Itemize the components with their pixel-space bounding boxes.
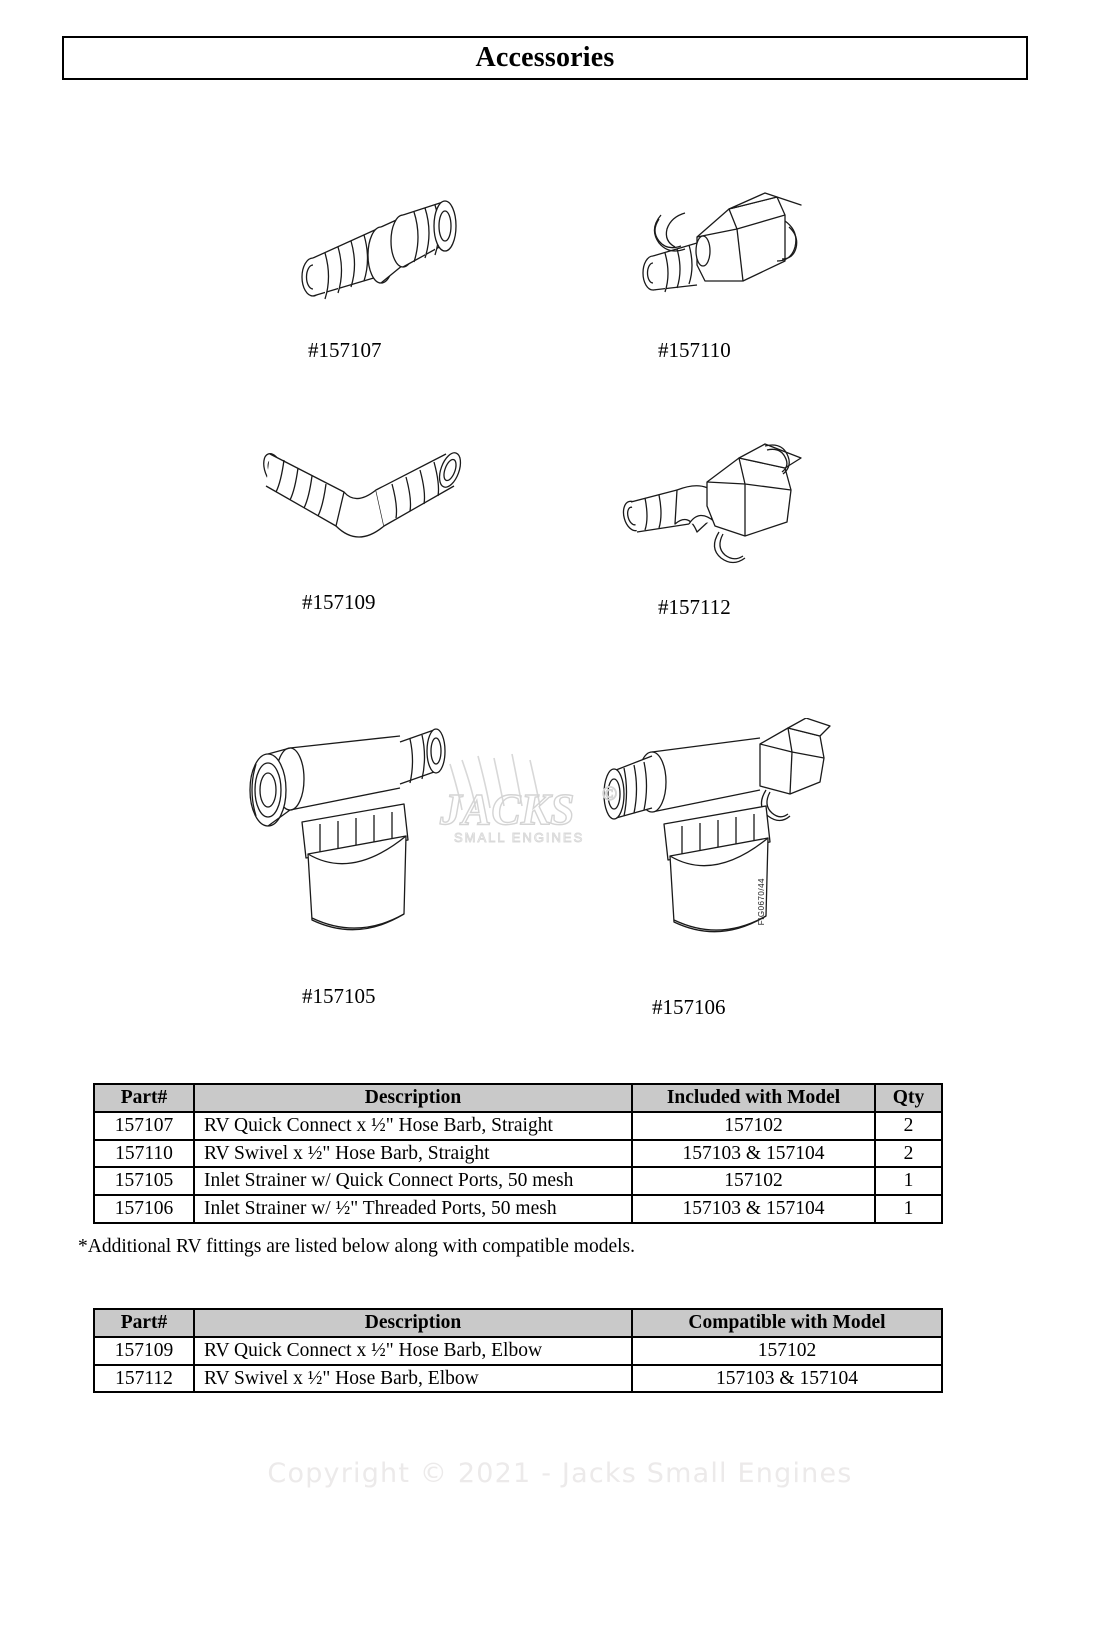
inlet-strainer-threaded-icon (603, 718, 831, 933)
cell-part-number: 157112 (93, 1363, 195, 1394)
cell-description: Inlet Strainer w/ ½" Threaded Ports, 50 … (193, 1194, 633, 1224)
table-header-row: Part# Description Compatible with Model (93, 1308, 943, 1338)
header-description: Description (193, 1083, 633, 1113)
header-qty: Qty (874, 1083, 943, 1113)
table-compatible-with-model: Part# Description Compatible with Model … (93, 1308, 943, 1394)
table-row: 157106 Inlet Strainer w/ ½" Threaded Por… (93, 1194, 943, 1224)
cell-part-number: 157110 (93, 1138, 195, 1169)
figure-157112 (615, 440, 815, 580)
figure-label-157109: #157109 (302, 590, 376, 614)
inlet-strainer-quick-connect-icon (249, 728, 446, 931)
figure-157109 (250, 440, 480, 560)
cell-model: 157103 & 157104 (631, 1194, 876, 1224)
figure-157107 (285, 185, 475, 310)
copyright-watermark: Copyright © 2021 - Jacks Small Engines (267, 1458, 853, 1489)
table-included-with-model: Part# Description Included with Model Qt… (93, 1083, 943, 1224)
table-row: 157105 Inlet Strainer w/ Quick Connect P… (93, 1166, 943, 1197)
elbow-quick-connect-hose-barb-icon (263, 452, 462, 538)
figure-code: FIG0670/44 (757, 878, 766, 926)
header-compatible-with-model: Compatible with Model (631, 1308, 943, 1338)
figure-157106 (580, 718, 835, 958)
elbow-swivel-hose-barb-icon (622, 443, 802, 564)
table-row: 157107 RV Quick Connect x ½" Hose Barb, … (93, 1110, 943, 1141)
straight-quick-connect-hose-barb-icon (301, 200, 457, 300)
cell-qty: 2 (874, 1138, 943, 1169)
cell-qty: 1 (874, 1166, 943, 1197)
figure-label-157112: #157112 (658, 595, 731, 619)
cell-part-number: 157106 (93, 1194, 195, 1224)
straight-swivel-hose-barb-icon (642, 192, 802, 293)
header-part-number: Part# (93, 1308, 195, 1338)
table-row: 157109 RV Quick Connect x ½" Hose Barb, … (93, 1335, 943, 1366)
cell-description: RV Quick Connect x ½" Hose Barb, Straigh… (193, 1110, 633, 1141)
figure-157105 (228, 718, 458, 958)
additional-fittings-note: *Additional RV fittings are listed below… (78, 1236, 635, 1257)
cell-part-number: 157107 (93, 1110, 195, 1141)
cell-model: 157102 (631, 1166, 876, 1197)
table-row: 157112 RV Swivel x ½" Hose Barb, Elbow 1… (93, 1363, 943, 1394)
header-description: Description (193, 1308, 633, 1338)
cell-description: RV Quick Connect x ½" Hose Barb, Elbow (193, 1335, 633, 1366)
cell-part-number: 157105 (93, 1166, 195, 1197)
cell-description: RV Swivel x ½" Hose Barb, Elbow (193, 1363, 633, 1394)
table-header-row: Part# Description Included with Model Qt… (93, 1083, 943, 1113)
cell-description: RV Swivel x ½" Hose Barb, Straight (193, 1138, 633, 1169)
figure-157110 (625, 185, 810, 310)
cell-model: 157102 (631, 1335, 943, 1366)
cell-description: Inlet Strainer w/ Quick Connect Ports, 5… (193, 1166, 633, 1197)
cell-model: 157103 & 157104 (631, 1138, 876, 1169)
header-part-number: Part# (93, 1083, 195, 1113)
cell-model: 157103 & 157104 (631, 1363, 943, 1394)
cell-model: 157102 (631, 1110, 876, 1141)
figure-label-157105: #157105 (302, 984, 376, 1008)
cell-part-number: 157109 (93, 1335, 195, 1366)
header-included-with-model: Included with Model (631, 1083, 876, 1113)
figure-label-157110: #157110 (658, 338, 731, 362)
cell-qty: 2 (874, 1110, 943, 1141)
figure-label-157106: #157106 (652, 995, 726, 1019)
figure-label-157107: #157107 (308, 338, 382, 362)
figure-area: #157107 #157110 #157109 #157112 #157105 … (0, 0, 1120, 1060)
cell-qty: 1 (874, 1194, 943, 1224)
table-row: 157110 RV Swivel x ½" Hose Barb, Straigh… (93, 1138, 943, 1169)
